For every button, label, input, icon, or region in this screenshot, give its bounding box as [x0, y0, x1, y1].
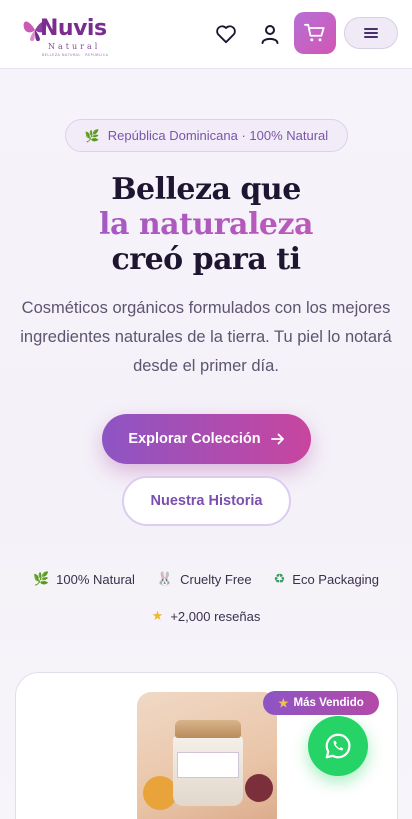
cart-icon	[304, 23, 325, 42]
account-button[interactable]	[256, 20, 284, 48]
heart-icon	[216, 25, 236, 44]
best-seller-badge: ★ Más Vendido	[263, 691, 379, 715]
menu-icon	[364, 28, 378, 38]
star-icon: ★	[151, 608, 164, 623]
jar-label	[177, 752, 239, 778]
origin-badge: 🌿 República Dominicana · 100% Natural	[65, 119, 348, 152]
feature-label: Eco Packaging	[292, 571, 380, 587]
grape-decoration	[245, 774, 273, 802]
arrow-right-icon	[270, 433, 284, 445]
rabbit-icon: 🐰	[156, 571, 174, 586]
hero-title: Belleza que la naturaleza creó para ti	[0, 172, 412, 277]
jar-lid	[175, 720, 241, 738]
brand-sub: Natural	[48, 42, 101, 51]
star-icon: ★	[278, 698, 289, 710]
origin-badge-text: República Dominicana · 100% Natural	[107, 128, 329, 143]
explore-collection-button[interactable]: Explorar Colección	[102, 414, 311, 464]
hero-title-line1: Belleza que	[111, 172, 301, 207]
leaf-icon: 🌿	[84, 128, 100, 143]
feature-label: +2,000 reseñas	[170, 608, 261, 624]
brand-tagline: BELLEZA NATURAL · REPUBLICA	[42, 53, 109, 57]
feature-natural: 🌿 100% Natural	[33, 571, 135, 587]
menu-button[interactable]	[344, 17, 398, 49]
recycle-icon: ♻	[273, 571, 286, 586]
explore-collection-label: Explorar Colección	[128, 431, 261, 447]
feature-list: 🌿 100% Natural 🐰 Cruelty Free ♻ Eco Pack…	[0, 568, 412, 627]
feature-eco-packaging: ♻ Eco Packaging	[274, 571, 379, 587]
brand-logo[interactable]: Nuvis Natural BELLEZA NATURAL · REPUBLIC…	[22, 12, 112, 58]
product-image[interactable]	[137, 692, 277, 819]
wishlist-button[interactable]	[212, 20, 240, 48]
hero-subtitle: Cosméticos orgánicos formulados con los …	[20, 299, 392, 375]
feature-cruelty-free: 🐰 Cruelty Free	[157, 571, 252, 587]
our-story-button[interactable]: Nuestra Historia	[122, 476, 291, 526]
mango-decoration	[143, 776, 177, 810]
brand-name: Nuvis	[40, 16, 107, 41]
leaf-icon: 🌿	[32, 571, 50, 586]
hero-title-line2: la naturaleza	[0, 207, 412, 242]
our-story-label: Nuestra Historia	[150, 493, 263, 509]
hero-title-line3: creó para ti	[111, 242, 301, 277]
site-header: Nuvis Natural BELLEZA NATURAL · REPUBLIC…	[0, 0, 412, 69]
whatsapp-icon	[325, 733, 351, 759]
best-seller-label: Más Vendido	[293, 697, 364, 709]
cart-button[interactable]	[294, 12, 336, 54]
whatsapp-button[interactable]	[308, 716, 368, 776]
feature-label: 100% Natural	[56, 571, 135, 587]
user-icon	[261, 25, 279, 44]
feature-label: Cruelty Free	[180, 571, 252, 587]
feature-reviews: ★ +2,000 reseñas	[152, 608, 261, 624]
